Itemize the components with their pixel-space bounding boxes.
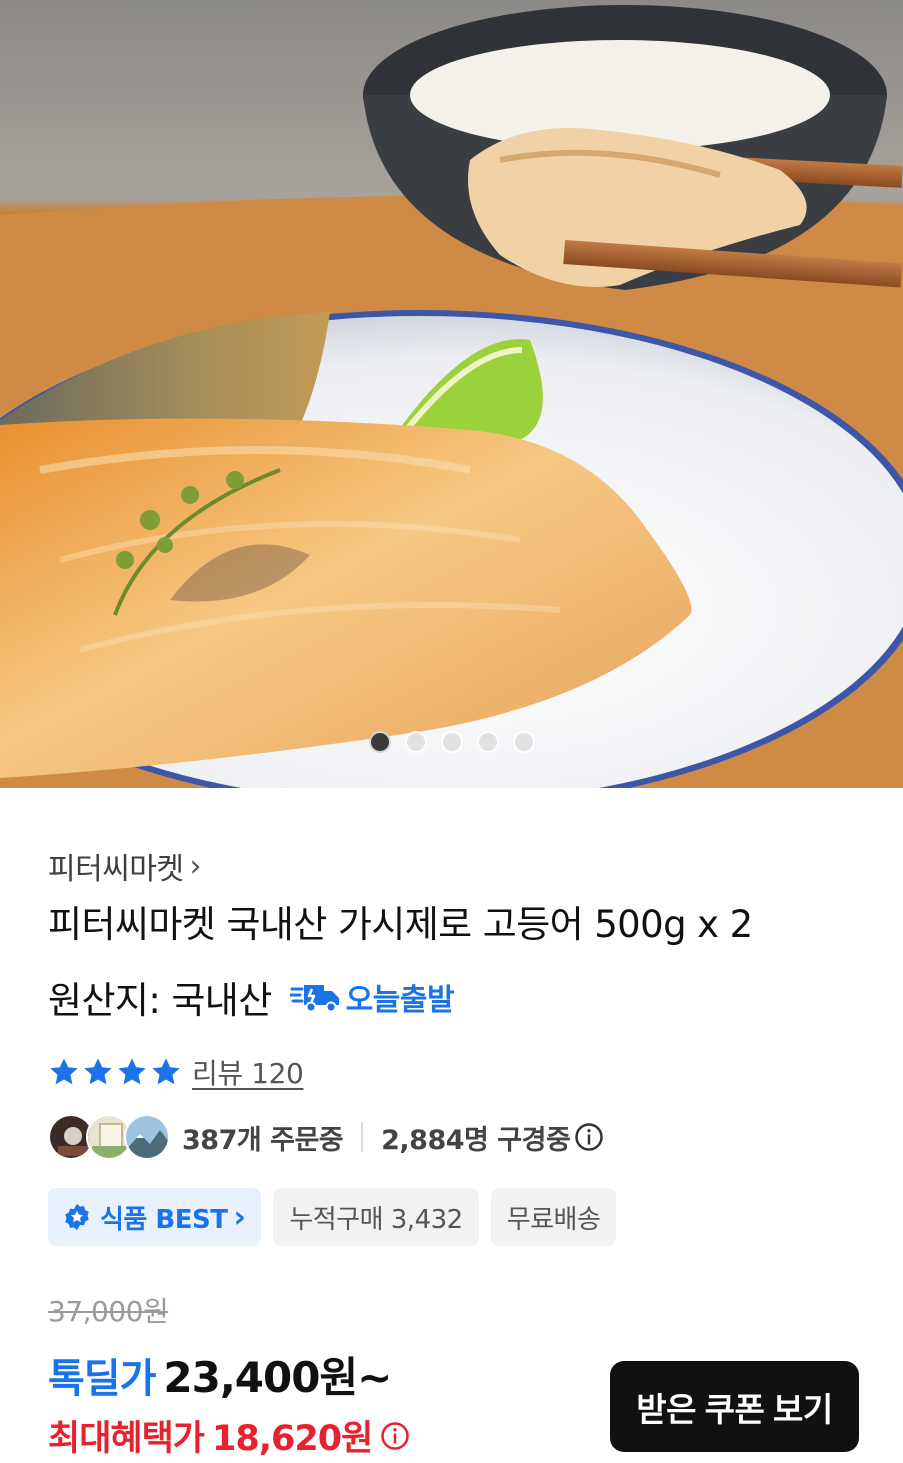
- best-chip-label: 식품 BEST: [100, 1204, 228, 1235]
- origin-row: 원산지: 국내산 오늘출발: [48, 970, 455, 1024]
- truck-icon: [289, 985, 339, 1013]
- deal-price: 23,400원~: [163, 1353, 392, 1402]
- carousel-dot-5[interactable]: [512, 731, 535, 753]
- social-proof-row: 387개 주문중 2,884명 구경중: [48, 1114, 604, 1160]
- chevron-right-icon: ›: [233, 1199, 246, 1235]
- product-chips: 식품 BEST › 누적구매 3,432 무료배송: [48, 1188, 617, 1246]
- carousel-dot-4[interactable]: [476, 731, 499, 753]
- free-shipping-chip: 무료배송: [490, 1188, 617, 1246]
- deal-price-row: 톡딜가 23,400원~: [48, 1344, 392, 1405]
- buyer-avatars: [48, 1114, 170, 1160]
- star-rating: [48, 1056, 182, 1088]
- carousel-dot-2[interactable]: [404, 731, 427, 753]
- original-price: 37,000원: [48, 1295, 169, 1328]
- deal-label: 톡딜가: [48, 1356, 156, 1402]
- shipping-badge-label: 오늘출발: [345, 983, 455, 1018]
- view-coupons-button[interactable]: 받은 쿠폰 보기: [610, 1361, 859, 1452]
- carousel-dot-3[interactable]: [440, 731, 463, 753]
- product-image-carousel[interactable]: [0, 0, 903, 788]
- avatar: [124, 1114, 170, 1160]
- info-icon[interactable]: [380, 1421, 410, 1451]
- cumulative-purchase-chip: 누적구매 3,432: [273, 1188, 479, 1246]
- product-photo: [0, 0, 903, 788]
- viewer-count: 2,884명 구경중: [381, 1124, 571, 1156]
- carousel-indicator: [0, 731, 903, 753]
- max-benefit-label: 최대혜택가: [48, 1419, 205, 1459]
- order-count: 387개 주문중: [182, 1124, 344, 1156]
- divider: [361, 1122, 364, 1152]
- category-best-chip[interactable]: 식품 BEST ›: [48, 1188, 262, 1246]
- best-badge-icon: [65, 1203, 89, 1231]
- star-icon: [118, 1058, 146, 1085]
- star-icon: [152, 1058, 180, 1085]
- info-icon[interactable]: [574, 1122, 604, 1152]
- product-origin: 원산지: 국내산: [48, 979, 272, 1022]
- carousel-dot-1[interactable]: [368, 731, 391, 753]
- max-benefit-price: 18,620원: [212, 1419, 373, 1459]
- seller-name: 피터씨마켓: [48, 852, 184, 887]
- max-benefit-row: 최대혜택가 18,620원: [48, 1410, 410, 1461]
- chevron-right-icon: ›: [189, 848, 202, 884]
- seller-link[interactable]: 피터씨마켓 ›: [48, 844, 201, 888]
- star-icon: [50, 1058, 78, 1085]
- shipping-badge: 오늘출발: [289, 975, 455, 1019]
- star-icon: [84, 1058, 112, 1085]
- review-link[interactable]: 리뷰 120: [192, 1052, 304, 1092]
- rating-row: 리뷰 120: [48, 1052, 304, 1092]
- product-title: 피터씨마켓 국내산 가시제로 고등어 500g x 2: [48, 903, 753, 946]
